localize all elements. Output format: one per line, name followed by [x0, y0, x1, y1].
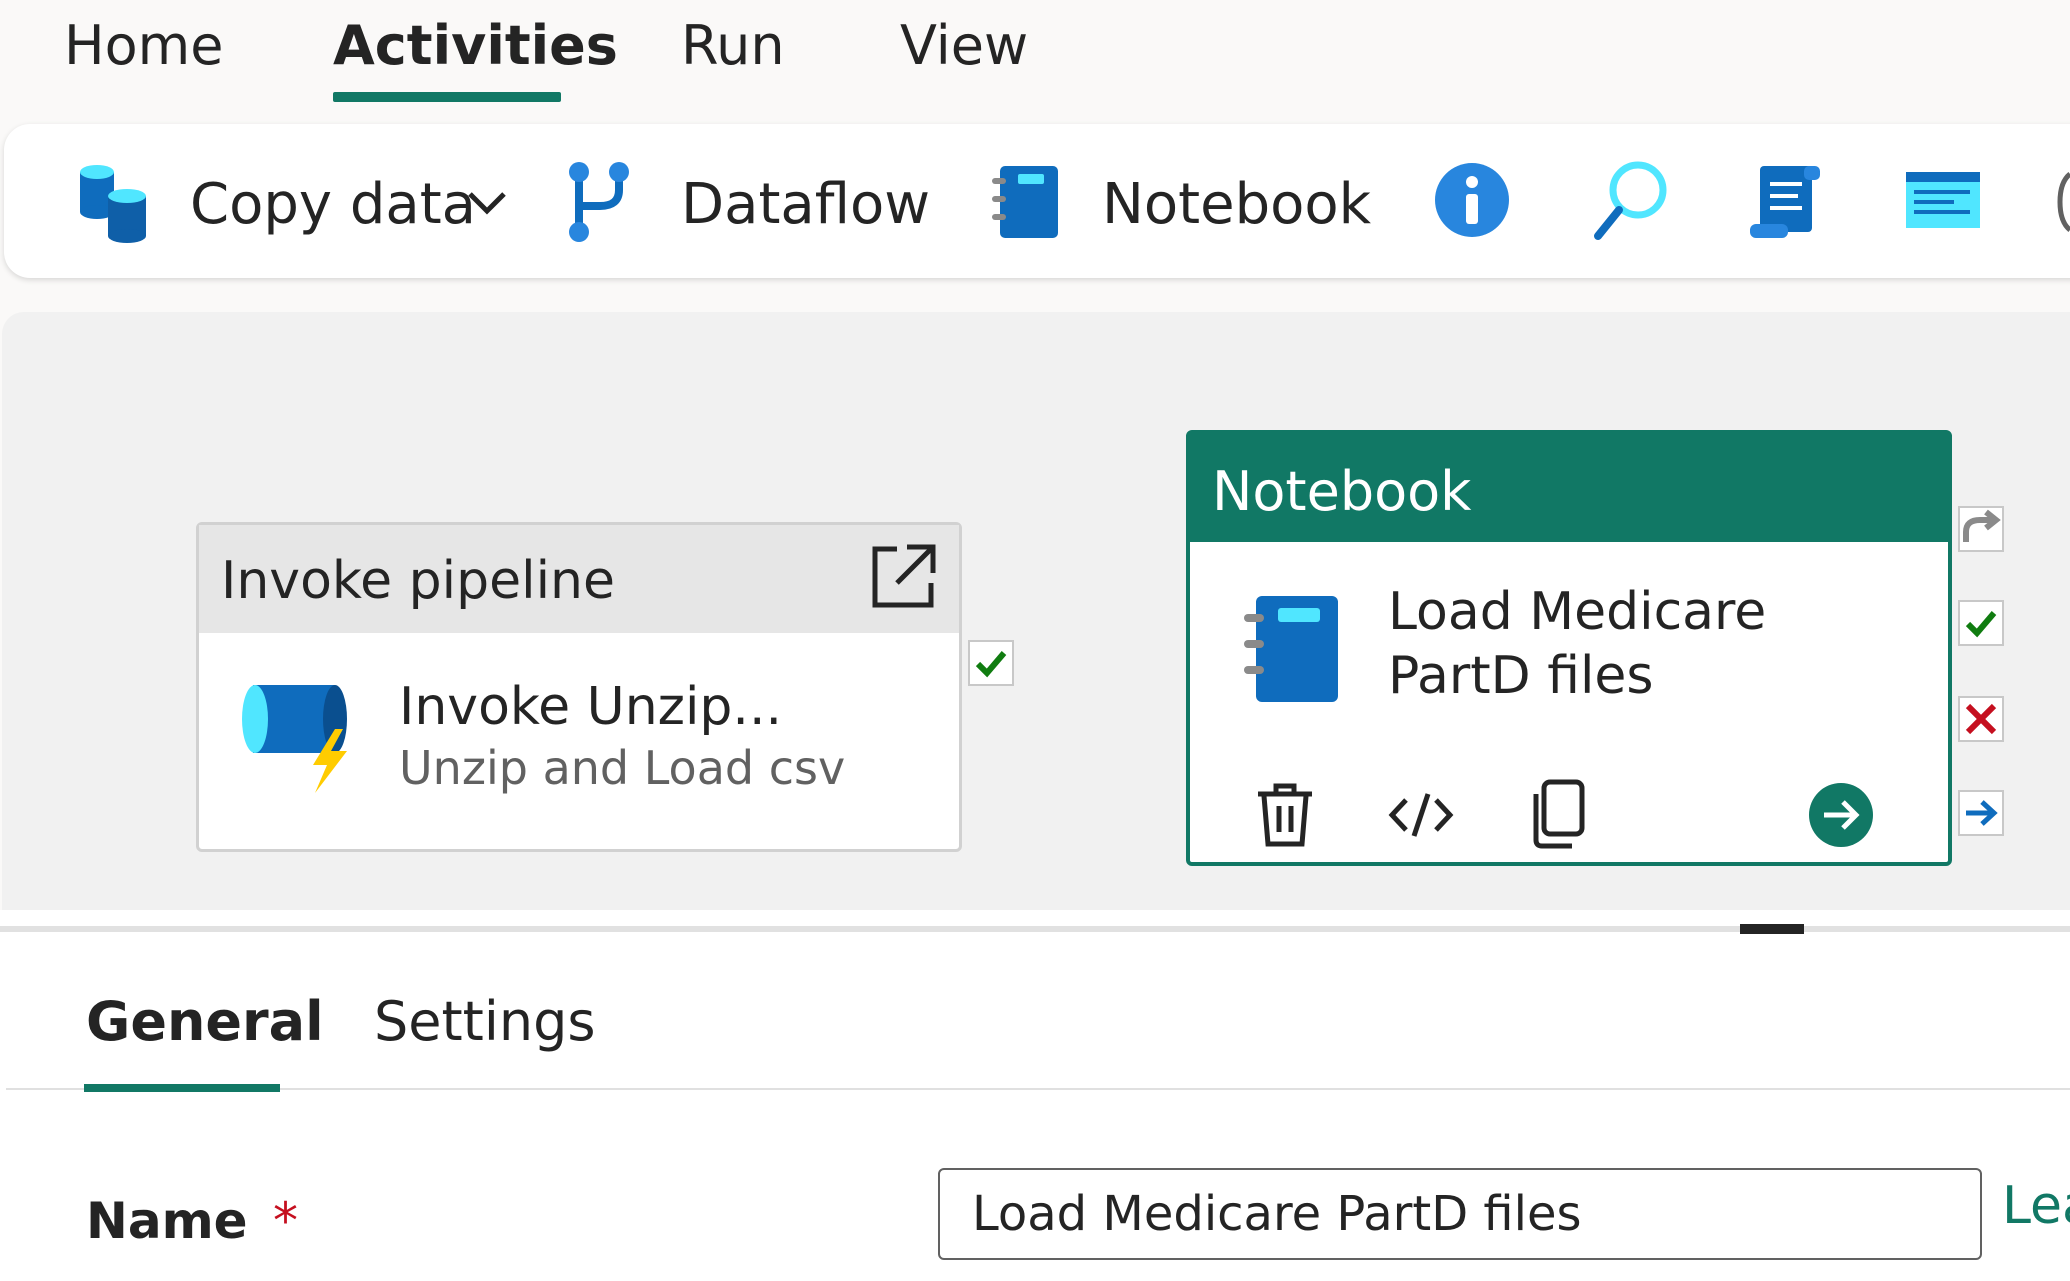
tab-home[interactable]: Home	[64, 14, 223, 77]
panel-resize-handle[interactable]	[1740, 924, 1804, 934]
dataflow-icon[interactable]	[562, 160, 636, 244]
go-arrow-icon[interactable]	[1808, 782, 1874, 848]
script-icon[interactable]	[1744, 162, 1824, 242]
notebook-activity-card[interactable]: Notebook Load Medicare PartD files	[1186, 430, 1952, 866]
notebook-label[interactable]: Notebook	[1102, 172, 1371, 237]
copy-data-icon[interactable]	[76, 162, 150, 244]
more-icon[interactable]	[2056, 170, 2070, 234]
fail-icon	[1965, 703, 1997, 735]
invoke-pipeline-name: Invoke Unzip...	[399, 677, 783, 737]
on-success-connector-notebook[interactable]	[1958, 600, 2004, 646]
check-icon	[975, 651, 1007, 678]
delete-icon[interactable]	[1254, 782, 1316, 848]
open-external-icon[interactable]	[867, 541, 939, 613]
active-tab-indicator	[333, 92, 561, 102]
invoke-pipeline-title: Invoke pipeline	[221, 551, 615, 611]
lookup-icon[interactable]	[1592, 160, 1670, 242]
chevron-down-icon[interactable]	[466, 188, 508, 218]
required-marker: *	[273, 1192, 299, 1250]
on-completion-connector[interactable]	[1958, 790, 2004, 836]
completion-arrow-icon	[1966, 800, 1998, 826]
tab-settings[interactable]: Settings	[374, 990, 595, 1053]
name-label-text: Name	[86, 1192, 248, 1250]
dataflow-label[interactable]: Dataflow	[681, 172, 930, 237]
tab-run[interactable]: Run	[681, 14, 785, 77]
invoke-pipeline-card[interactable]: Invoke pipeline Invoke Unzip... Unzip an…	[196, 522, 962, 852]
notebook-name-line2: PartD files	[1388, 646, 1654, 706]
notebook-card-title: Notebook	[1212, 460, 1472, 523]
skip-icon	[1963, 509, 2001, 542]
tabs-divider	[6, 1088, 2070, 1090]
learn-more-link[interactable]: Lea	[2002, 1176, 2070, 1236]
on-skip-connector[interactable]	[1958, 506, 2004, 552]
name-input[interactable]	[938, 1168, 1982, 1260]
copy-icon[interactable]	[1526, 778, 1586, 850]
set-variable-icon[interactable]	[1904, 170, 1982, 230]
code-icon[interactable]	[1388, 790, 1454, 840]
invoke-pipeline-icon	[242, 685, 347, 793]
name-field-label: Name *	[86, 1192, 298, 1250]
notebook-icon	[1244, 596, 1338, 702]
copy-data-label[interactable]: Copy data	[190, 172, 476, 237]
tab-activities[interactable]: Activities	[333, 14, 618, 77]
notebook-name-line1: Load Medicare	[1388, 582, 1767, 642]
on-success-connector[interactable]	[968, 640, 1014, 686]
invoke-pipeline-subtitle: Unzip and Load csv	[399, 741, 846, 795]
tab-view[interactable]: View	[900, 14, 1028, 77]
on-fail-connector[interactable]	[1958, 696, 2004, 742]
check-icon	[1965, 611, 1997, 638]
info-icon[interactable]	[1432, 160, 1512, 240]
notebook-icon[interactable]	[988, 164, 1060, 240]
active-panel-tab-indicator	[84, 1084, 280, 1092]
tab-general[interactable]: General	[86, 990, 324, 1053]
